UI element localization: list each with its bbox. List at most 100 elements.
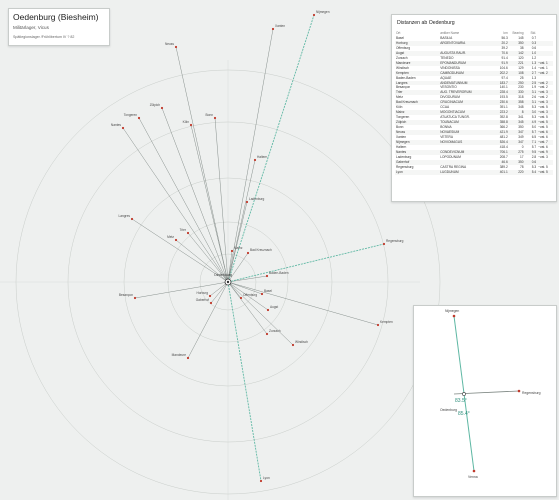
place-dot xyxy=(208,294,212,298)
place-dot xyxy=(121,126,125,130)
table-cell: LUGDUNUM xyxy=(439,169,490,175)
place-label: Zurzach xyxy=(269,329,281,333)
place-label: Zülpich xyxy=(150,103,161,107)
route-spoke xyxy=(227,281,268,335)
route-spoke xyxy=(161,107,229,283)
place-marker[interactable]: Lyon xyxy=(259,476,270,483)
route-spoke xyxy=(209,281,229,297)
place-label: Basel xyxy=(264,289,272,293)
place-marker[interactable]: Langres xyxy=(118,214,134,221)
place-dot xyxy=(186,231,190,235)
table-cell: 5.4 xyxy=(524,169,538,175)
place-dot xyxy=(186,356,190,360)
inset-label: Venna xyxy=(468,475,478,479)
place-label: Baden-Baden xyxy=(269,271,289,275)
place-label: Neuss xyxy=(165,42,174,46)
place-marker[interactable]: Offenburg xyxy=(239,293,257,300)
place-dot xyxy=(133,296,137,300)
place-dot xyxy=(253,158,257,162)
place-marker[interactable]: Windisch xyxy=(291,340,308,347)
place-label: Windisch xyxy=(295,340,308,344)
place-marker[interactable]: Regensburg xyxy=(382,239,404,246)
place-marker[interactable]: Neuss xyxy=(165,42,178,49)
place-label: Offenburg xyxy=(243,293,257,297)
origin-label: Oedenburg xyxy=(214,273,232,277)
origin-marker[interactable]: Oedenburg xyxy=(214,273,232,286)
place-marker[interactable]: Baden-Baden xyxy=(265,271,289,278)
place-dot xyxy=(239,296,243,300)
place-marker[interactable]: Kempten xyxy=(376,320,393,327)
place-label: Mandeure xyxy=(172,353,187,357)
place-dot xyxy=(245,200,249,204)
inset-marker xyxy=(472,469,476,473)
place-label: Augst xyxy=(270,305,278,309)
place-marker[interactable]: Xanten xyxy=(271,24,285,31)
place-dot xyxy=(189,123,193,127)
inset-origin xyxy=(462,392,466,396)
place-dot xyxy=(291,343,295,347)
place-label: Tongeren xyxy=(124,113,138,117)
route-spoke xyxy=(227,275,268,283)
place-label: Ladenburg xyxy=(249,197,264,201)
place-marker[interactable]: Nijmegen xyxy=(312,10,330,17)
place-label: Besançon xyxy=(119,293,133,297)
table-cell: 401.1 xyxy=(489,169,509,175)
place-label: Bonn xyxy=(206,113,214,117)
place-marker[interactable]: Bonn xyxy=(206,113,217,120)
place-markers[interactable]: Mainz Bad Kreuznach Trier Metz Tongeren Köln B… xyxy=(111,10,404,483)
table-cell: 220 xyxy=(508,169,525,175)
place-marker[interactable]: Besançon xyxy=(119,293,137,300)
route-spoke xyxy=(134,281,229,299)
table-heading: Distanzen ab Oedenburg xyxy=(397,20,455,26)
site-title: Oedenburg (Biesheim) xyxy=(13,12,99,22)
place-label: Regensburg xyxy=(386,239,404,243)
site-subtitle: Militärlager, Vicus xyxy=(13,25,49,30)
table-cell: ~vat. 5 xyxy=(537,169,553,175)
route-spoke xyxy=(227,281,262,482)
place-marker[interactable]: Ladenburg xyxy=(245,197,265,204)
inset-panel: Nijmegen Oedenburg Regensburg Venna 83.5… xyxy=(413,305,557,497)
route-spoke xyxy=(122,127,229,283)
place-dot xyxy=(266,308,270,312)
route-spoke xyxy=(227,14,315,283)
place-dot xyxy=(312,13,316,17)
place-marker[interactable]: Augst xyxy=(266,305,278,312)
route-spoke xyxy=(214,117,229,283)
place-marker[interactable]: Zurzach xyxy=(265,329,281,336)
place-marker[interactable]: Trier xyxy=(180,228,190,235)
place-label: Xanten xyxy=(275,24,285,28)
place-label: Nantes xyxy=(111,123,122,127)
place-marker[interactable]: Nantes xyxy=(111,123,125,130)
place-marker[interactable]: Zülpich xyxy=(150,103,164,110)
place-dot xyxy=(246,251,250,255)
place-dot xyxy=(209,301,213,305)
place-label: Kempten xyxy=(380,320,393,324)
route-spoke xyxy=(210,281,229,304)
place-label: Gaberhof xyxy=(196,298,209,302)
place-dot xyxy=(382,242,386,246)
place-dot xyxy=(376,323,380,327)
place-dot xyxy=(174,238,178,242)
route-spoke xyxy=(227,201,248,283)
place-dot xyxy=(271,27,275,31)
place-marker[interactable]: Metz xyxy=(167,235,178,242)
distance-table: Ort antiker Name km Bearing Std. Basel BA… xyxy=(395,31,553,175)
place-marker[interactable]: Köln xyxy=(183,120,193,127)
place-marker[interactable]: Mainz xyxy=(230,246,243,253)
inset-label: Nijmegen xyxy=(445,309,459,313)
place-marker[interactable]: Haltern xyxy=(253,155,268,162)
route-spoke xyxy=(190,124,229,283)
place-dot xyxy=(259,479,263,483)
route-spoke xyxy=(175,46,229,283)
distance-table-panel: Distanzen ab Oedenburg Ort antiker Name … xyxy=(391,14,557,202)
place-marker[interactable]: Bad Kreuznach xyxy=(246,248,272,255)
angle-inset: Nijmegen Oedenburg Regensburg Venna 83.5… xyxy=(440,309,541,479)
inset-angle-label: 83.5° xyxy=(455,398,467,404)
place-marker[interactable]: Mandeure xyxy=(172,353,190,360)
place-dot xyxy=(213,116,217,120)
place-dot xyxy=(130,217,134,221)
table-row[interactable]: Lyon LUGDUNUM 401.1 220 5.4 ~vat. 5 xyxy=(395,169,553,175)
place-dot xyxy=(265,332,269,336)
place-marker[interactable]: Tongeren xyxy=(124,113,141,120)
place-label: Köln xyxy=(183,120,190,124)
